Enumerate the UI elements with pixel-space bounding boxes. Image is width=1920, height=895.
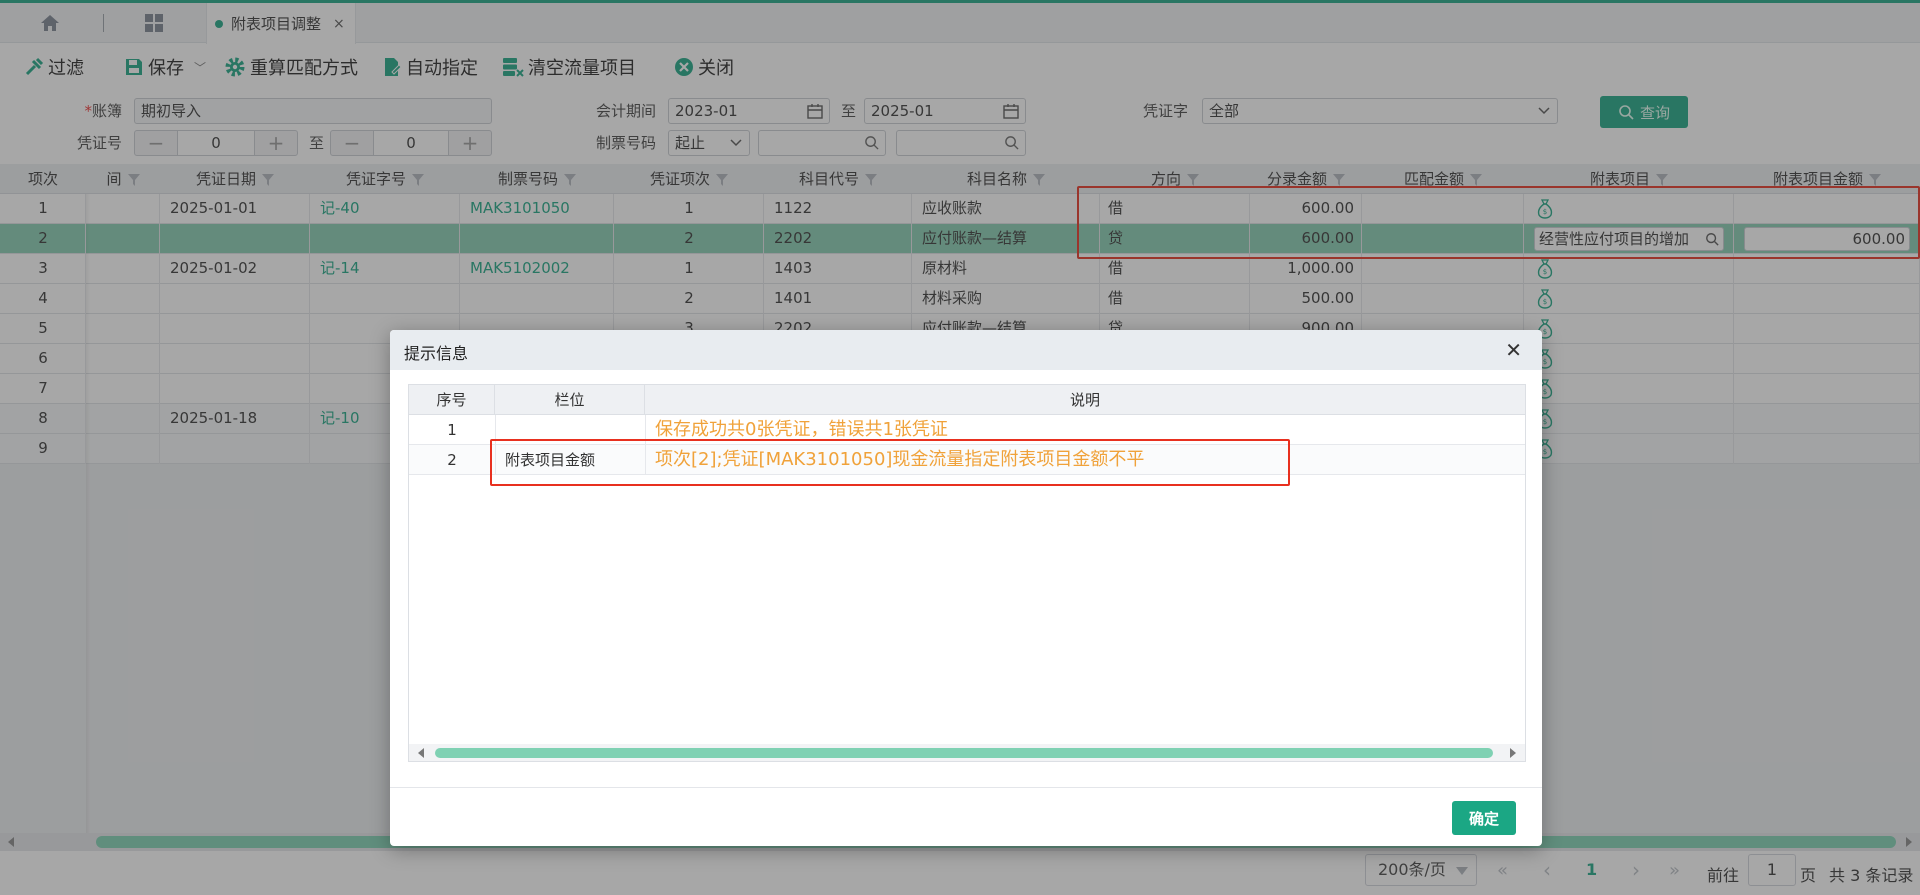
dialog-horizontal-scrollbar[interactable] — [409, 744, 1525, 761]
scroll-thumb[interactable] — [435, 748, 1493, 758]
scroll-right-icon[interactable] — [1509, 748, 1517, 758]
col-field-header: 栏位 — [495, 385, 645, 415]
dialog-title: 提示信息 — [404, 344, 469, 363]
message-no: 1 — [447, 421, 457, 439]
ok-button[interactable]: 确定 — [1452, 801, 1516, 835]
col-no-header: 序号 — [409, 385, 495, 415]
dialog-footer-divider — [390, 787, 1542, 788]
scroll-left-icon[interactable] — [417, 748, 425, 758]
dialog-close-icon[interactable]: ✕ — [1505, 338, 1522, 362]
dialog-header: 提示信息 ✕ — [390, 330, 1542, 370]
message-dialog: 提示信息 ✕ 序号 栏位 说明 1 保存成功共0张凭证，错误共1张凭证 2 附表… — [390, 330, 1542, 846]
col-desc-header: 说明 — [645, 385, 1525, 415]
highlight-box-message — [490, 439, 1290, 486]
message-no: 2 — [447, 451, 457, 469]
